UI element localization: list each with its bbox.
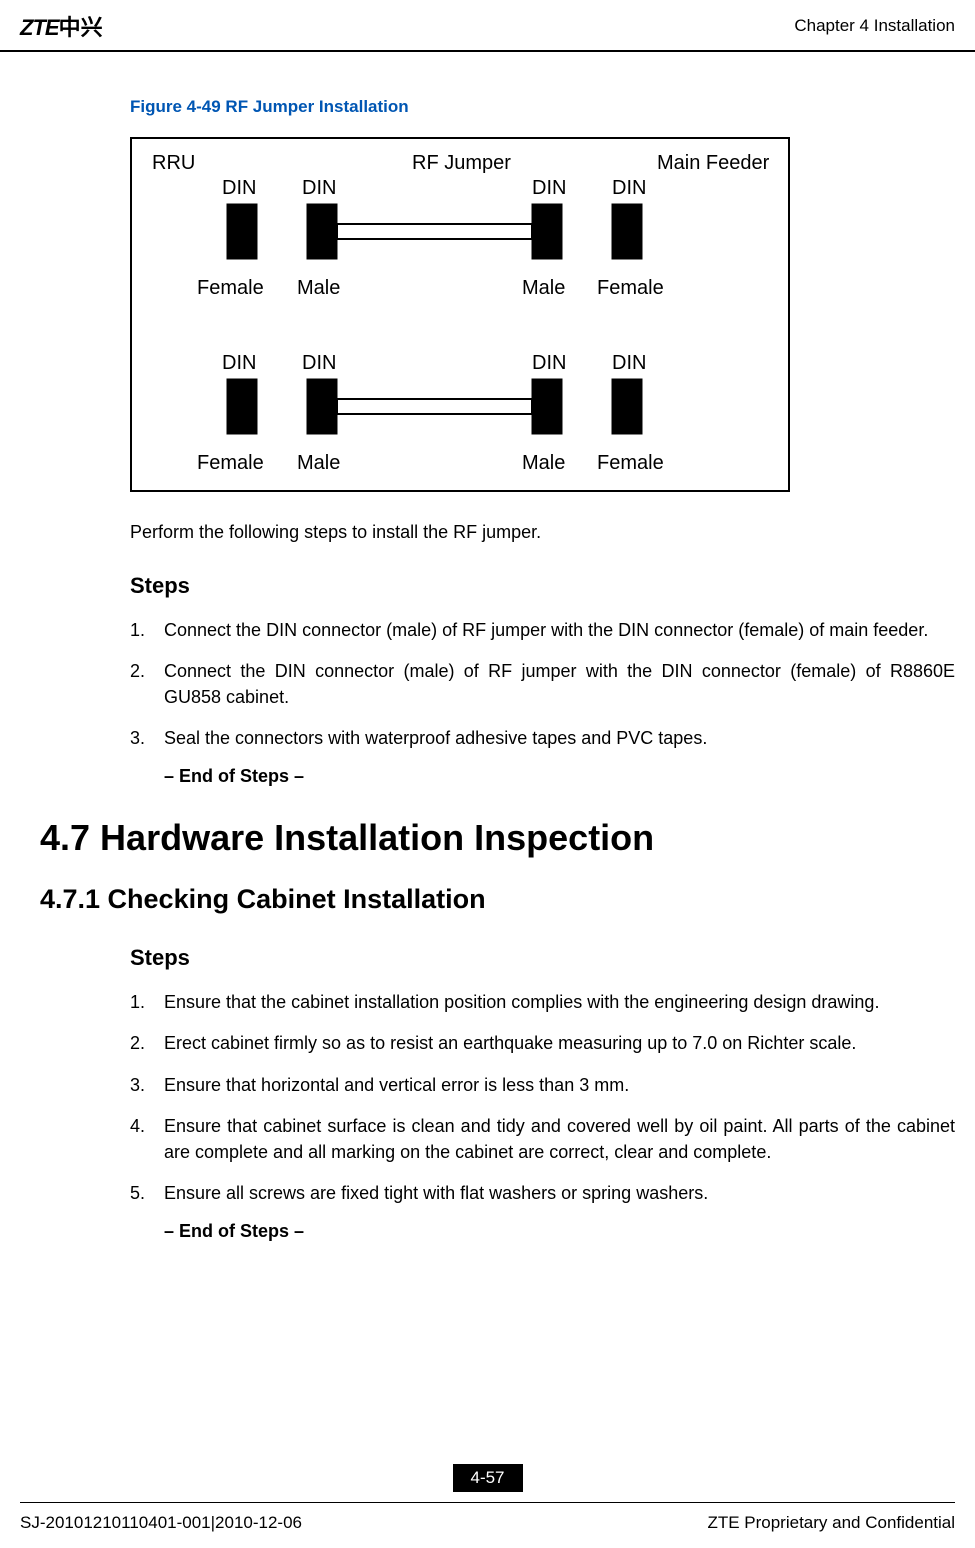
doc-id: SJ-20101210110401-001|2010-12-06: [20, 1513, 302, 1533]
label-din: DIN: [222, 352, 256, 374]
label-female: Female: [597, 277, 664, 299]
label-din: DIN: [532, 177, 566, 199]
page-footer-wrap: 4-57 SJ-20101210110401-001|2010-12-06 ZT…: [0, 1464, 975, 1533]
label-din: DIN: [612, 177, 646, 199]
label-male: Male: [522, 277, 565, 299]
connector-block: [532, 204, 562, 259]
step-item: Ensure all screws are fixed tight with f…: [130, 1180, 955, 1206]
rf-jumper-diagram: RRU RF Jumper Main Feeder DIN DIN DIN DI…: [130, 137, 955, 497]
step-item: Ensure that horizontal and vertical erro…: [130, 1072, 955, 1098]
label-din: DIN: [222, 177, 256, 199]
label-female: Female: [597, 452, 664, 474]
section-4-7-heading: 4.7 Hardware Installation Inspection: [40, 817, 955, 859]
label-main-feeder: Main Feeder: [657, 152, 770, 174]
end-of-steps: – End of Steps –: [164, 766, 955, 787]
connector-block: [532, 379, 562, 434]
label-female: Female: [197, 277, 264, 299]
intro-text: Perform the following steps to install t…: [130, 522, 955, 543]
label-male: Male: [522, 452, 565, 474]
logo: ZTE中兴: [20, 10, 103, 42]
section-4-7-1-heading: 4.7.1 Checking Cabinet Installation: [40, 884, 955, 915]
diagram-svg: RRU RF Jumper Main Feeder DIN DIN DIN DI…: [130, 137, 790, 492]
steps-heading: Steps: [130, 573, 955, 599]
connector-block: [307, 204, 337, 259]
chapter-label: Chapter 4 Installation: [794, 16, 955, 36]
logo-main: ZTE: [20, 15, 59, 40]
content: Figure 4-49 RF Jumper Installation RRU R…: [0, 52, 975, 1242]
step-item: Ensure that cabinet surface is clean and…: [130, 1113, 955, 1165]
label-male: Male: [297, 452, 340, 474]
label-rf-jumper: RF Jumper: [412, 152, 511, 174]
confidential-label: ZTE Proprietary and Confidential: [707, 1513, 955, 1533]
label-din: DIN: [302, 177, 336, 199]
label-rru: RRU: [152, 152, 195, 174]
label-din: DIN: [532, 352, 566, 374]
step-item: Erect cabinet firmly so as to resist an …: [130, 1030, 955, 1056]
step-item: Connect the DIN connector (male) of RF j…: [130, 658, 955, 710]
connector-block: [307, 379, 337, 434]
label-male: Male: [297, 277, 340, 299]
step-item: Connect the DIN connector (male) of RF j…: [130, 617, 955, 643]
step-item: Seal the connectors with waterproof adhe…: [130, 725, 955, 751]
label-din: DIN: [612, 352, 646, 374]
jumper-cable: [337, 224, 532, 239]
connector-block: [612, 204, 642, 259]
figure-title: Figure 4-49 RF Jumper Installation: [130, 97, 955, 117]
page-number: 4-57: [453, 1464, 523, 1492]
page-header: ZTE中兴 Chapter 4 Installation: [0, 0, 975, 52]
label-female: Female: [197, 452, 264, 474]
page-footer: SJ-20101210110401-001|2010-12-06 ZTE Pro…: [0, 1503, 975, 1533]
end-of-steps: – End of Steps –: [164, 1221, 955, 1242]
steps-list-1: Connect the DIN connector (male) of RF j…: [130, 617, 955, 751]
logo-chinese: 中兴: [59, 15, 103, 40]
step-item: Ensure that the cabinet installation pos…: [130, 989, 955, 1015]
jumper-cable: [337, 399, 532, 414]
label-din: DIN: [302, 352, 336, 374]
connector-block: [227, 379, 257, 434]
connector-block: [612, 379, 642, 434]
steps-heading: Steps: [130, 945, 955, 971]
connector-block: [227, 204, 257, 259]
steps-list-2: Ensure that the cabinet installation pos…: [130, 989, 955, 1206]
